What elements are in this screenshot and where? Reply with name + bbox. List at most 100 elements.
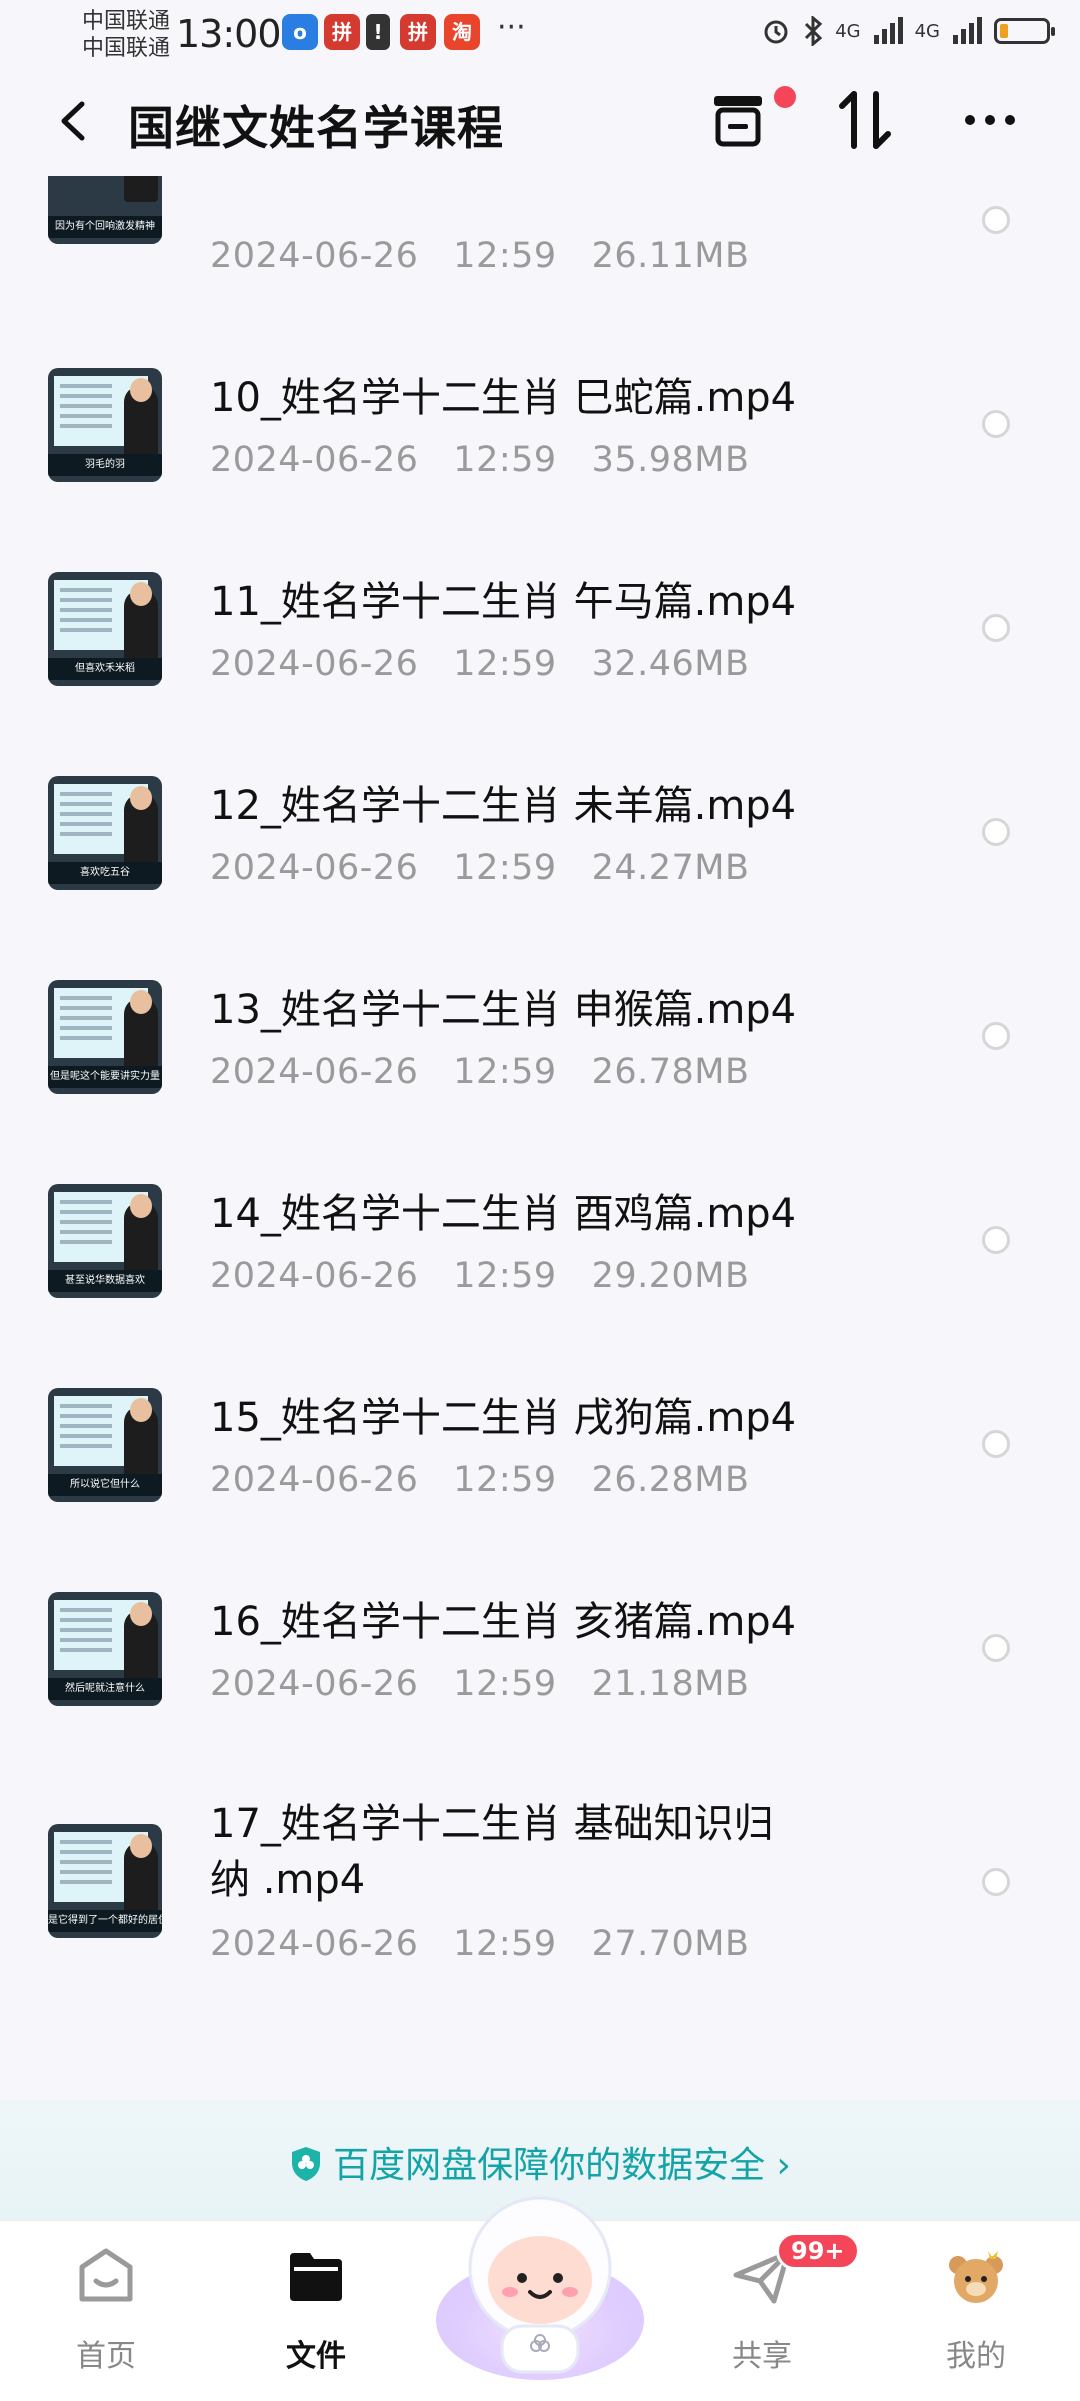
file-time: 12:59 — [453, 1460, 557, 1500]
select-radio[interactable] — [982, 1868, 1010, 1896]
folder-icon — [290, 2253, 342, 2301]
archive-box-icon[interactable] — [706, 88, 770, 152]
signal-1-label: 4G — [835, 20, 861, 42]
file-name: 11_姓名学十二生肖 午马篇.mp4 — [210, 579, 797, 625]
system-icons: 4G 4G — [761, 16, 1055, 46]
file-meta: 2024-06-26 12:59 21.18MB — [210, 1664, 749, 1704]
file-row[interactable]: 但是呢这个能要讲实力量 13_姓名学十二生肖 申猴篇.mp4 2024-06-2… — [0, 962, 1080, 1166]
file-meta: 2024-06-26 12:59 32.46MB — [210, 644, 749, 684]
file-size: 26.28MB — [591, 1460, 750, 1500]
file-name: 16_姓名学十二生肖 亥猪篇.mp4 — [210, 1599, 797, 1645]
thumbnail-caption: 但喜欢禾米稻 — [48, 658, 162, 680]
select-radio[interactable] — [982, 1022, 1010, 1050]
file-name-line-2: 纳 .mp4 — [210, 1857, 366, 1903]
file-name: 13_姓名学十二生肖 申猴篇.mp4 — [210, 987, 797, 1033]
file-date: 2024-06-26 — [210, 236, 419, 276]
file-row[interactable]: 羽毛的羽 10_姓名学十二生肖 巳蛇篇.mp4 2024-06-26 12:59… — [0, 350, 1080, 554]
back-arrow-icon[interactable] — [50, 96, 100, 146]
select-radio[interactable] — [982, 1634, 1010, 1662]
file-size: 35.98MB — [591, 440, 750, 480]
file-row[interactable]: 所以说它但什么 15_姓名学十二生肖 戌狗篇.mp4 2024-06-26 12… — [0, 1370, 1080, 1574]
page-title: 国继文姓名学课程 — [128, 101, 504, 155]
select-radio[interactable] — [982, 410, 1010, 438]
tab-files-label: 文件 — [286, 2339, 346, 2374]
file-time: 12:59 — [453, 848, 557, 888]
thumbnail-caption: 喜欢吃五谷 — [48, 862, 162, 884]
taobao-icon: 淘 — [444, 14, 480, 50]
video-thumbnail: 喜欢吃五谷 — [48, 776, 162, 890]
file-name: 10_姓名学十二生肖 巳蛇篇.mp4 — [210, 375, 797, 421]
file-date: 2024-06-26 — [210, 1460, 419, 1500]
carrier-info: 中国联通 中国联通 — [82, 8, 170, 62]
app-notification-icon: 拼 — [400, 14, 436, 50]
video-thumbnail: 甚至说华数据喜欢 — [48, 1184, 162, 1298]
more-notifications-icon: ··· — [497, 10, 526, 45]
more-menu-icon[interactable] — [958, 88, 1022, 152]
bluetooth-icon — [805, 16, 823, 46]
bear-avatar-icon — [949, 2251, 1003, 2303]
video-thumbnail: 然后呢就注意什么 — [48, 1592, 162, 1706]
battery-icon — [994, 18, 1055, 44]
clock: 13:00 — [176, 12, 282, 56]
video-thumbnail: 但是呢这个能要讲实力量 — [48, 980, 162, 1094]
sort-icon[interactable] — [834, 88, 898, 152]
tab-profile-label: 我的 — [946, 2339, 1006, 2374]
file-name-line-1: 17_姓名学十二生肖 基础知识归 — [210, 1801, 774, 1847]
top-header: 国继文姓名学课程 — [0, 76, 1080, 176]
file-time: 12:59 — [453, 1256, 557, 1296]
file-meta: 2024-06-26 12:59 26.78MB — [210, 1052, 749, 1092]
file-meta: 2024-06-26 12:59 26.28MB — [210, 1460, 749, 1500]
video-thumbnail: 是它得到了一个都好的居住环 — [48, 1824, 162, 1938]
select-radio[interactable] — [982, 206, 1010, 234]
alert-icon: ! — [366, 14, 390, 50]
status-bar: 中国联通 中国联通 13:00 o 拼 ! 拼 淘 ··· 4G 4G — [0, 0, 1080, 70]
file-row[interactable]: 但喜欢禾米稻 11_姓名学十二生肖 午马篇.mp4 2024-06-26 12:… — [0, 554, 1080, 758]
file-time: 12:59 — [453, 1924, 557, 1964]
app-notification-icon: o — [282, 14, 318, 50]
notification-dot — [774, 86, 796, 108]
select-radio[interactable] — [982, 1226, 1010, 1254]
file-meta: 2024-06-26 12:59 35.98MB — [210, 440, 749, 480]
select-radio[interactable] — [982, 614, 1010, 642]
file-row[interactable]: 是它得到了一个都好的居住环 17_姓名学十二生肖 基础知识归 纳 .mp4 20… — [0, 1778, 1080, 2028]
file-meta: 2024-06-26 12:59 24.27MB — [210, 848, 749, 888]
file-row[interactable]: 然后呢就注意什么 16_姓名学十二生肖 亥猪篇.mp4 2024-06-26 1… — [0, 1574, 1080, 1778]
select-radio[interactable] — [982, 1430, 1010, 1458]
tab-home-label: 首页 — [76, 2339, 136, 2374]
thumbnail-caption: 羽毛的羽 — [48, 454, 162, 476]
file-size: 29.20MB — [591, 1256, 750, 1296]
signal-2-label: 4G — [914, 20, 940, 42]
file-size: 24.27MB — [591, 848, 750, 888]
file-time: 12:59 — [453, 1052, 557, 1092]
tab-profile[interactable]: 我的 — [906, 2245, 1046, 2375]
file-size: 21.18MB — [591, 1664, 750, 1704]
tab-share-label: 共享 — [732, 2339, 792, 2374]
select-radio[interactable] — [982, 818, 1010, 846]
file-date: 2024-06-26 — [210, 1924, 419, 1964]
file-name: 12_姓名学十二生肖 未羊篇.mp4 — [210, 783, 797, 829]
file-date: 2024-06-26 — [210, 1052, 419, 1092]
file-date: 2024-06-26 — [210, 644, 419, 684]
file-row[interactable]: 甚至说华数据喜欢 14_姓名学十二生肖 酉鸡篇.mp4 2024-06-26 1… — [0, 1166, 1080, 1370]
file-time: 12:59 — [453, 236, 557, 276]
ai-assistant-mascot-icon[interactable] — [432, 2180, 648, 2380]
app-notification-icon: 拼 — [324, 14, 360, 50]
file-time: 12:59 — [453, 440, 557, 480]
file-row[interactable]: 喜欢吃五谷 12_姓名学十二生肖 未羊篇.mp4 2024-06-26 12:5… — [0, 758, 1080, 962]
file-date: 2024-06-26 — [210, 1256, 419, 1296]
file-name: 15_姓名学十二生肖 戌狗篇.mp4 — [210, 1395, 797, 1441]
thumbnail-caption: 然后呢就注意什么 — [48, 1678, 162, 1700]
thumbnail-caption: 甚至说华数据喜欢 — [48, 1270, 162, 1292]
file-date: 2024-06-26 — [210, 440, 419, 480]
file-date: 2024-06-26 — [210, 848, 419, 888]
signal-icon — [953, 17, 982, 44]
signal-icon — [873, 17, 903, 44]
file-name: 17_姓名学十二生肖 基础知识归 纳 .mp4 — [210, 1796, 774, 1908]
tab-files[interactable]: 文件 — [246, 2245, 386, 2375]
video-thumbnail: 羽毛的羽 — [48, 368, 162, 482]
carrier-2: 中国联通 — [82, 36, 171, 61]
thumbnail-caption: 是它得到了一个都好的居住环 — [48, 1910, 162, 1932]
file-size: 32.46MB — [591, 644, 750, 684]
tab-home[interactable]: 首页 — [36, 2245, 176, 2375]
alarm-icon — [764, 20, 788, 44]
